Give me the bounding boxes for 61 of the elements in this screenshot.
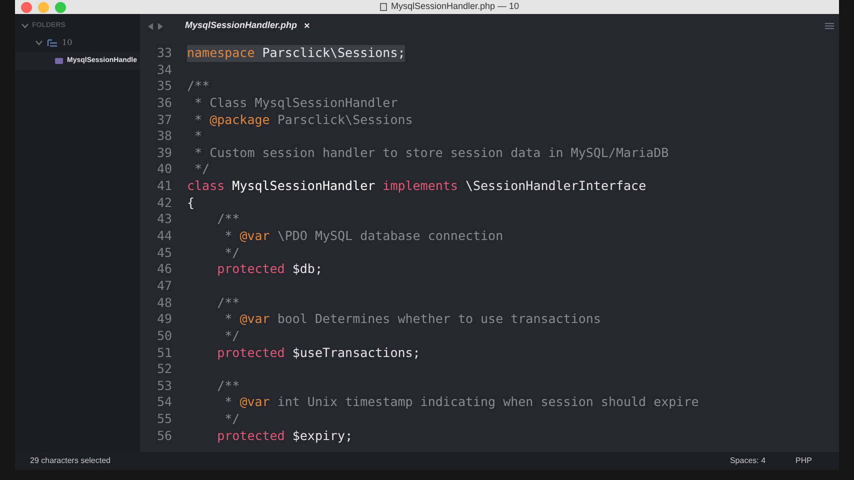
line-number: 49 — [156, 311, 172, 328]
line-number: 50 — [156, 328, 172, 345]
code-line: { — [187, 194, 195, 212]
line-number: 56 — [156, 428, 172, 444]
line-number: 42 — [156, 194, 172, 212]
file-icon — [55, 58, 63, 64]
window-title: MysqlSessionHandler.php — 10 — [390, 0, 520, 14]
folder-label[interactable]: 10 — [62, 37, 72, 49]
line-number: 33 — [156, 45, 172, 62]
line-number: 45 — [156, 244, 172, 262]
code-line: protected $useTransactions; — [216, 344, 420, 362]
line-number: 52 — [156, 361, 172, 378]
code-line: /** — [216, 294, 240, 312]
line-number: 38 — [156, 128, 172, 145]
indentation-status[interactable]: Spaces: 4 — [730, 455, 766, 467]
maximize-window-button[interactable] — [55, 2, 66, 12]
code-line: /** — [187, 78, 210, 95]
code-line: * @var bool Determines whether to use transactions — [224, 311, 601, 328]
code-line: * @var \PDO MySQL database connection — [224, 228, 504, 245]
menu-icon[interactable] — [825, 23, 834, 29]
line-number: 40 — [156, 161, 172, 178]
line-number: 36 — [156, 94, 172, 112]
line-number: 44 — [156, 228, 172, 245]
document-icon — [380, 3, 387, 11]
code-line: * @package Parsclick\Sessions — [194, 112, 413, 128]
line-number: 34 — [156, 62, 172, 78]
back-arrow-icon[interactable] — [148, 22, 153, 30]
line-number: 46 — [156, 261, 172, 278]
syntax-status[interactable]: PHP — [796, 455, 812, 467]
code-line: protected $db; — [216, 261, 322, 278]
code-line: * Custom session handler to store session data in MySQL/MariaDB — [194, 144, 669, 162]
code-line: class MysqlSessionHandler implements \SessionHandlerInterface — [187, 178, 646, 195]
code-line: */ — [224, 244, 240, 262]
line-number: 35 — [156, 78, 172, 95]
code-line: protected $expiry; — [216, 428, 353, 444]
collapse-chevron-icon[interactable] — [21, 22, 29, 30]
close-tab-button[interactable]: × — [304, 18, 310, 34]
selection-status: 29 characters selected — [30, 455, 110, 467]
close-window-button[interactable] — [21, 2, 32, 12]
line-number: 47 — [156, 278, 172, 295]
code-line: */ — [224, 328, 240, 345]
line-number: 37 — [156, 112, 172, 128]
line-number: 55 — [156, 411, 172, 428]
code-line: /** — [216, 211, 240, 228]
code-line: */ — [194, 161, 210, 178]
line-number: 48 — [156, 294, 172, 312]
line-number: 54 — [156, 394, 172, 412]
code-line: * — [194, 128, 202, 145]
line-number: 41 — [156, 178, 172, 195]
folder-icon — [47, 38, 58, 48]
expand-chevron-icon[interactable] — [35, 39, 43, 47]
code-line: namespace Parsclick\Sessions; — [187, 45, 406, 62]
forward-arrow-icon[interactable] — [158, 22, 163, 30]
code-line: /** — [216, 378, 240, 394]
line-number: 43 — [156, 211, 172, 228]
code-line: * Class MysqlSessionHandler — [194, 94, 398, 112]
line-number: 51 — [156, 344, 172, 362]
code-line: */ — [224, 411, 240, 428]
line-number: 39 — [156, 144, 172, 162]
code-line: * @var int Unix timestamp indicating when session should expire — [224, 394, 699, 412]
line-number: 53 — [156, 378, 172, 394]
